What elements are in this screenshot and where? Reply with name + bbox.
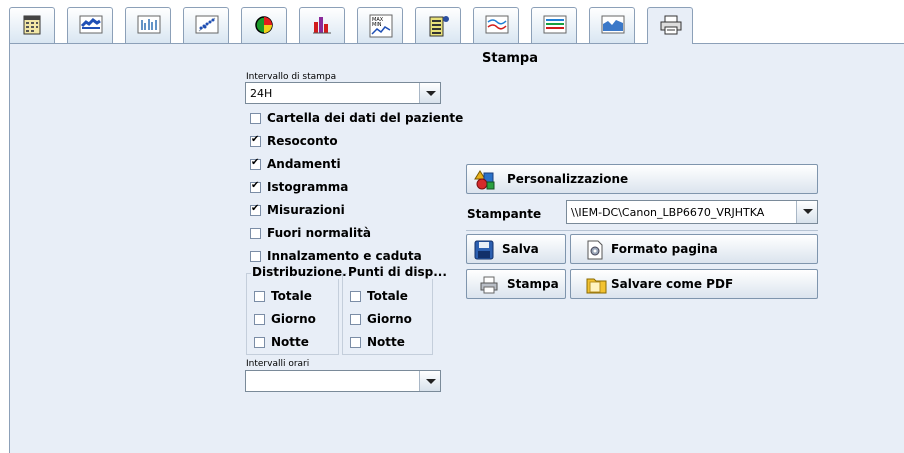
shapes-icon	[474, 170, 495, 190]
customize-label: Personalizzazione	[507, 172, 629, 186]
tab-calendar[interactable]	[9, 7, 55, 43]
check-label: Misurazioni	[267, 203, 345, 217]
printer-icon	[480, 276, 498, 294]
bar-trend-icon	[137, 15, 161, 34]
tab-trend[interactable]	[67, 7, 113, 43]
checkbox[interactable]	[350, 314, 361, 325]
tab-print[interactable]	[647, 7, 693, 44]
hours-label: Intervalli orari	[246, 359, 310, 369]
report-list-icon	[429, 16, 449, 37]
check-label: Andamenti	[267, 157, 341, 171]
chevron-down-icon[interactable]	[419, 83, 440, 103]
checkbox[interactable]	[250, 134, 261, 147]
area-curve-icon	[601, 15, 625, 34]
checkbox[interactable]	[250, 113, 261, 124]
checkbox[interactable]	[250, 228, 261, 239]
print-button[interactable]: Stampa	[466, 269, 566, 299]
tab-daily-curve[interactable]	[473, 7, 519, 43]
page-setup-icon	[587, 240, 603, 260]
check-label: Giorno	[271, 312, 316, 326]
check-label: Notte	[271, 335, 309, 349]
distribution-group: Distribuzione... Totale Giorno Notte	[246, 265, 357, 355]
checkbox[interactable]	[350, 291, 361, 302]
save-pdf-button[interactable]: Salvare come PDF	[570, 269, 818, 299]
folder-icon	[586, 278, 607, 294]
save-label: Salva	[502, 242, 539, 256]
printer-value: \\IEM-DC\Canon_LBP6670_VRJHTKA	[571, 206, 765, 219]
checkbox[interactable]	[250, 251, 261, 262]
checkbox[interactable]	[254, 337, 265, 348]
page-format-button[interactable]: Formato pagina	[570, 234, 818, 264]
tab-report[interactable]	[415, 7, 461, 43]
group-title: Punti di disp...	[347, 265, 448, 279]
tab-max-min[interactable]: MAX MIN	[357, 7, 403, 43]
calendar-icon	[23, 15, 41, 35]
tab-stacked-curve[interactable]	[531, 7, 577, 43]
printer-label: Stampante	[467, 207, 542, 221]
check-label: Istogramma	[267, 180, 349, 194]
tab-histogram[interactable]	[299, 7, 345, 43]
check-label: Innalzamento e caduta	[267, 249, 422, 263]
customize-button[interactable]: Personalizzazione	[466, 164, 818, 194]
checkbox[interactable]	[250, 203, 261, 216]
check-label: Cartella dei dati del paziente	[267, 111, 464, 125]
scatter-plot-icon	[195, 15, 219, 34]
trend-chart-icon	[79, 15, 103, 34]
printer-icon	[660, 15, 682, 35]
check-label: Fuori normalità	[267, 226, 371, 240]
page-title: Stampa	[482, 51, 538, 66]
checkbox[interactable]	[254, 291, 265, 302]
save-pdf-label: Salvare come PDF	[611, 277, 734, 291]
tab-pie[interactable]	[241, 7, 287, 43]
floppy-disk-icon	[474, 240, 494, 260]
check-label: Giorno	[367, 312, 412, 326]
daily-curve-icon	[485, 15, 509, 34]
tab-bar-trend[interactable]	[125, 7, 171, 43]
hours-select[interactable]	[245, 370, 441, 392]
tab-bar: MAX MIN	[9, 7, 904, 44]
check-label: Notte	[367, 335, 405, 349]
stacked-curve-icon	[543, 15, 567, 34]
printer-select[interactable]: \\IEM-DC\Canon_LBP6670_VRJHTKA	[566, 200, 818, 224]
interval-select[interactable]: 24H	[245, 82, 441, 104]
checkbox[interactable]	[350, 337, 361, 348]
chevron-down-icon[interactable]	[419, 371, 440, 391]
interval-value: 24H	[250, 87, 273, 100]
histogram-icon	[313, 17, 331, 34]
max-min-icon: MAX MIN	[369, 14, 393, 38]
interval-label: Intervallo di stampa	[246, 72, 337, 82]
check-label: Totale	[367, 289, 408, 303]
tab-area-curve[interactable]	[589, 7, 635, 43]
separator	[466, 230, 818, 231]
chevron-down-icon[interactable]	[796, 201, 817, 223]
group-title: Distribuzione...	[251, 265, 357, 279]
checkbox[interactable]	[254, 314, 265, 325]
page-format-label: Formato pagina	[611, 242, 718, 256]
check-label: Resoconto	[267, 134, 338, 148]
check-label: Totale	[271, 289, 312, 303]
print-label: Stampa	[507, 277, 559, 291]
checkbox[interactable]	[250, 157, 261, 170]
tab-scatter[interactable]	[183, 7, 229, 43]
dispersion-points-group: Punti di disp... Totale Giorno Notte	[342, 265, 448, 355]
svg-text:MIN: MIN	[372, 22, 382, 28]
save-button[interactable]: Salva	[466, 234, 566, 264]
print-panel: Stampa Intervallo di stampa 24H Cartella…	[9, 43, 904, 453]
pie-chart-icon	[255, 16, 273, 34]
checkbox[interactable]	[250, 180, 261, 193]
